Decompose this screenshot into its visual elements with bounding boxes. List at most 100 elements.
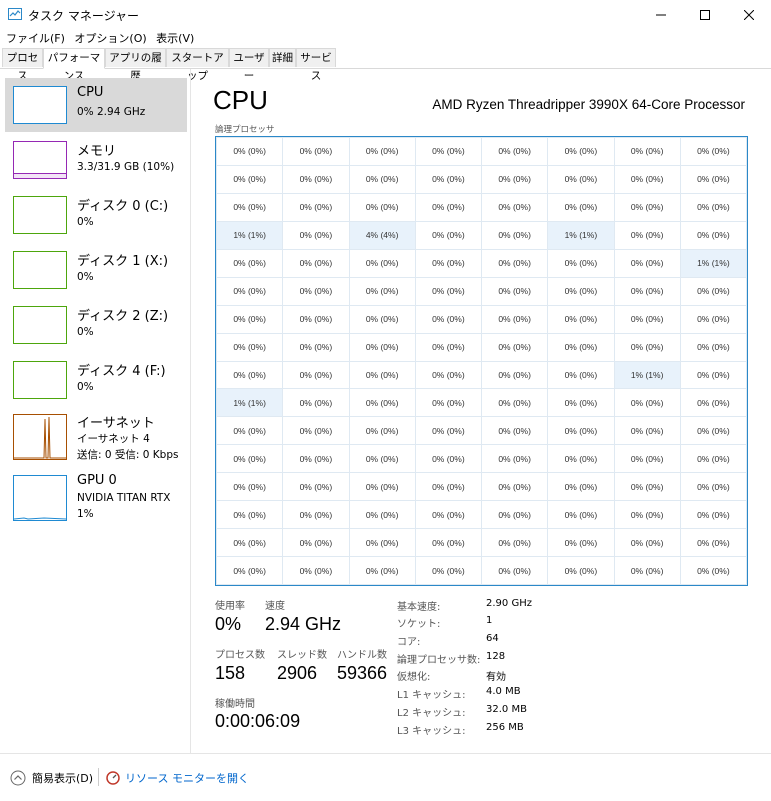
sidebar-item-value: 0% 2.94 GHz: [77, 106, 146, 118]
info-label-base-speed: 基本速度:: [397, 602, 441, 613]
logical-processor-cell: 0% (0%): [614, 138, 680, 165]
sidebar-item-memory[interactable]: メモリ 3.3/31.9 GB (10%): [5, 133, 187, 187]
info-label-sockets: ソケット:: [397, 619, 441, 630]
logical-processor-cell: 0% (0%): [415, 221, 481, 249]
logical-processor-cell: 0% (0%): [415, 277, 481, 305]
sidebar-item-label: ディスク 0 (C:): [77, 199, 169, 214]
sidebar-item-adapter: イーサネット 4: [77, 433, 150, 445]
gpu-thumbnail-graph: [13, 475, 67, 521]
usage-label: 使用率: [215, 601, 245, 612]
tab-strip: プロセス パフォーマンス アプリの履歴 スタートアップ ユーザー 詳細 サービス: [0, 48, 771, 82]
logical-processor-cell: 0% (0%): [614, 193, 680, 221]
minimize-button[interactable]: [639, 0, 683, 30]
logical-processor-cell: 0% (0%): [482, 333, 548, 361]
disk-thumbnail-graph: [13, 306, 67, 344]
logical-processor-cell: 0% (0%): [614, 417, 680, 445]
tab-app-history[interactable]: アプリの履歴: [105, 48, 166, 82]
close-button[interactable]: [727, 0, 771, 30]
logical-processor-cell: 0% (0%): [680, 277, 746, 305]
sidebar-item-ethernet[interactable]: イーサネット イーサネット 4 送信: 0 受信: 0 Kbps: [5, 408, 187, 466]
logical-processor-grid: 0% (0%) 0% (0%) 0% (0%) 0% (0%) 0% (0%) 0% (0…: [215, 136, 748, 586]
sidebar-item-disk-2[interactable]: ディスク 2 (Z:) 0%: [5, 298, 187, 352]
disk-thumbnail-graph: [13, 361, 67, 399]
maximize-button[interactable]: [683, 0, 727, 30]
logical-processor-cell: 0% (0%): [283, 473, 349, 501]
logical-processor-cell: 0% (0%): [482, 361, 548, 389]
menu-options[interactable]: オプション(O): [71, 30, 149, 48]
sidebar-item-label: CPU: [77, 85, 104, 100]
logical-processor-cell: 0% (0%): [217, 473, 283, 501]
chevron-up-icon: [10, 770, 26, 786]
logical-processor-cell: 0% (0%): [548, 417, 614, 445]
sidebar-item-value: 1%: [77, 508, 94, 520]
logical-processor-cell: 0% (0%): [614, 389, 680, 417]
logical-processor-cell: 0% (0%): [680, 445, 746, 473]
logical-processor-cell: 0% (0%): [217, 333, 283, 361]
footer-bar: 簡易表示(D) リソース モニターを開く: [0, 753, 771, 801]
logical-processor-cell: 0% (0%): [283, 138, 349, 165]
sidebar-item-disk-1[interactable]: ディスク 1 (X:) 0%: [5, 243, 187, 297]
gpu-activity-line: [14, 517, 66, 520]
sidebar-item-value: 0%: [77, 271, 94, 283]
tab-services[interactable]: サービス: [296, 48, 336, 82]
info-label-virtualization: 仮想化:: [397, 672, 431, 683]
logical-processor-cell: 0% (0%): [482, 138, 548, 165]
logical-processor-cell: 1% (1%): [680, 249, 746, 277]
logical-processor-cell: 0% (0%): [349, 557, 415, 584]
sidebar-item-gpu-0[interactable]: GPU 0 NVIDIA TITAN RTX 1%: [5, 469, 187, 527]
logical-processor-cell: 0% (0%): [548, 277, 614, 305]
logical-processor-cell: 0% (0%): [548, 473, 614, 501]
fewer-details-button[interactable]: 簡易表示(D): [10, 770, 93, 786]
info-value-l1-cache: 4.0 MB: [486, 686, 521, 697]
logical-processor-cell: 0% (0%): [217, 193, 283, 221]
logical-processor-cell: 0% (0%): [614, 277, 680, 305]
logical-processor-cell: 0% (0%): [217, 305, 283, 333]
logical-processor-cell: 0% (0%): [349, 165, 415, 193]
sidebar-item-label: ディスク 4 (F:): [77, 364, 166, 379]
logical-processor-cell: 0% (0%): [283, 529, 349, 557]
handles-value: 59366: [337, 663, 388, 683]
disk-thumbnail-graph: [13, 251, 67, 289]
logical-processor-cell: 0% (0%): [680, 529, 746, 557]
logical-processor-cell: 0% (0%): [482, 557, 548, 584]
logical-processor-cell: 0% (0%): [415, 557, 481, 584]
tab-users[interactable]: ユーザー: [229, 48, 269, 82]
logical-processor-cell: 0% (0%): [349, 389, 415, 417]
uptime-label: 稼働時間: [215, 699, 255, 710]
tab-startup[interactable]: スタートアップ: [166, 48, 229, 82]
logical-processor-cell: 0% (0%): [217, 445, 283, 473]
logical-processor-cell: 0% (0%): [548, 557, 614, 584]
logical-processor-cell: 0% (0%): [217, 138, 283, 165]
tab-details[interactable]: 詳細: [269, 48, 296, 67]
logical-processor-cell: 0% (0%): [548, 361, 614, 389]
logical-processor-cell: 0% (0%): [680, 501, 746, 529]
sidebar-item-cpu[interactable]: CPU 0% 2.94 GHz: [5, 78, 187, 132]
handles-label: ハンドル数: [337, 650, 387, 661]
logical-processor-cell: 0% (0%): [548, 333, 614, 361]
speed-label: 速度: [265, 601, 285, 612]
logical-processor-cell: 1% (1%): [614, 361, 680, 389]
sidebar-item-value: 送信: 0 受信: 0 Kbps: [77, 449, 179, 461]
sidebar-item-disk-0[interactable]: ディスク 0 (C:) 0%: [5, 188, 187, 242]
menu-view[interactable]: 表示(V): [153, 30, 197, 48]
memory-fill: [14, 173, 66, 178]
tab-performance[interactable]: パフォーマンス: [43, 48, 105, 82]
sidebar-item-disk-4[interactable]: ディスク 4 (F:) 0%: [5, 353, 187, 407]
logical-processor-cell: 4% (4%): [349, 221, 415, 249]
logical-processor-cell: 0% (0%): [680, 138, 746, 165]
info-value-logical-processors: 128: [486, 651, 506, 662]
processes-value: 158: [215, 663, 246, 683]
logical-processor-cell: 0% (0%): [349, 445, 415, 473]
info-label-l1-cache: L1 キャッシュ:: [397, 690, 466, 701]
logical-processor-cell: 0% (0%): [349, 138, 415, 165]
tab-processes[interactable]: プロセス: [2, 48, 43, 82]
sidebar-item-value: 3.3/31.9 GB (10%): [77, 161, 175, 173]
uptime-value: 0:00:06:09: [215, 711, 301, 731]
logical-processor-cell: 0% (0%): [614, 305, 680, 333]
speed-value: 2.94 GHz: [265, 614, 342, 634]
menu-file[interactable]: ファイル(F): [3, 30, 68, 48]
logical-processor-cell: 0% (0%): [415, 333, 481, 361]
resource-monitor-link[interactable]: リソース モニターを開く: [106, 770, 249, 786]
title-bar: タスク マネージャー: [0, 0, 771, 30]
logical-processor-cell: 0% (0%): [680, 165, 746, 193]
